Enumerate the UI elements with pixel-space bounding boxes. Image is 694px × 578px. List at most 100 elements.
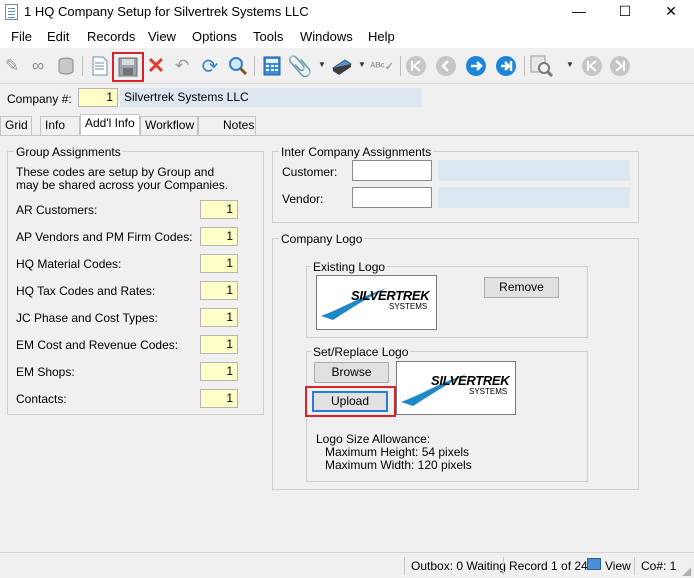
company-name-text: Silvertrek Systems LLC	[124, 90, 249, 104]
vendor-input[interactable]	[352, 187, 432, 208]
tab-grid[interactable]: Grid	[0, 116, 32, 135]
tab-workflow[interactable]: Workflow	[140, 116, 198, 135]
em-shops-input[interactable]: 1	[200, 362, 238, 381]
customer-description	[438, 160, 630, 181]
ap-vendors-label: AP Vendors and PM Firm Codes:	[16, 230, 193, 244]
tab-addl-info[interactable]: Add'l Info	[80, 114, 140, 136]
existing-logo-image: SILVERTREK SYSTEMS	[316, 275, 437, 330]
jc-phase-input[interactable]: 1	[200, 308, 238, 327]
remove-logo-button[interactable]: Remove	[484, 277, 559, 298]
undo-icon[interactable]: ↶	[170, 54, 194, 78]
company-number-label: Company #:	[7, 92, 72, 106]
menu-help[interactable]: Help	[368, 29, 395, 44]
binoculars-icon[interactable]: ∞	[26, 54, 50, 78]
menu-file[interactable]: File	[11, 29, 32, 44]
previous-record-icon[interactable]	[434, 54, 458, 78]
monitor-icon	[587, 558, 601, 570]
save-icon[interactable]	[112, 52, 144, 82]
existing-logo-title: Existing Logo	[311, 260, 388, 274]
status-separator	[503, 557, 504, 575]
delete-icon[interactable]: ✕	[144, 53, 168, 78]
close-button[interactable]: ✕	[648, 0, 694, 24]
company-name-display: Silvertrek Systems LLC	[120, 88, 422, 107]
em-cost-revenue-label: EM Cost and Revenue Codes:	[16, 338, 179, 352]
menu-records[interactable]: Records	[87, 29, 135, 44]
new-record-icon[interactable]: ✎	[0, 54, 24, 78]
status-company: Co#: 1	[641, 559, 677, 573]
upload-button[interactable]: Upload	[312, 391, 388, 412]
new-logo-text-main: SILVERTREK	[431, 373, 510, 388]
status-record: Record 1 of 24	[509, 559, 588, 573]
last-record-icon[interactable]	[494, 54, 518, 78]
page-icon[interactable]	[88, 54, 112, 78]
resize-grip-icon[interactable]	[682, 567, 691, 576]
ar-customers-input[interactable]: 1	[200, 200, 238, 219]
menu-edit[interactable]: Edit	[47, 29, 69, 44]
next-record-icon[interactable]	[464, 54, 488, 78]
toolbar: ✎ ∞ ✕ ↶ ⟳ 📎 ▼ ▼ ᴬᴮᶜ✓ ▼	[0, 48, 694, 84]
status-view[interactable]: View	[605, 559, 631, 573]
search-icon[interactable]	[226, 54, 250, 78]
group-assignments-title: Group Assignments	[14, 145, 123, 159]
next-icon[interactable]	[608, 54, 632, 78]
company-logo-title: Company Logo	[279, 232, 365, 246]
ap-vendors-input[interactable]: 1	[200, 227, 238, 246]
scanner-dropdown-icon[interactable]: ▼	[358, 60, 366, 69]
company-bar: Company #: 1 Silvertrek Systems LLC	[0, 86, 694, 112]
minimize-button[interactable]: —	[556, 0, 602, 24]
customer-input[interactable]	[352, 160, 432, 181]
spellcheck-icon[interactable]: ᴬᴮᶜ✓	[370, 54, 394, 78]
hq-tax-codes-label: HQ Tax Codes and Rates:	[16, 284, 156, 298]
status-separator	[404, 557, 405, 575]
new-logo-text: SILVERTREK	[431, 373, 510, 388]
hq-material-codes-label: HQ Material Codes:	[16, 257, 122, 271]
maximize-button[interactable]: ☐	[602, 0, 648, 24]
ar-customers-label: AR Customers:	[16, 203, 98, 217]
tab-notes[interactable]: Notes	[198, 116, 256, 135]
menu-bar: File Edit Records View Options Tools Win…	[0, 24, 694, 48]
existing-logo-text-main: SILVERTREK	[351, 288, 430, 303]
vendor-description	[438, 187, 630, 208]
menu-options[interactable]: Options	[192, 29, 237, 44]
hq-tax-codes-input[interactable]: 1	[200, 281, 238, 300]
inter-company-title: Inter Company Assignments	[279, 145, 434, 159]
attachment-icon[interactable]: 📎	[288, 54, 313, 78]
set-replace-logo-title: Set/Replace Logo	[311, 345, 411, 359]
filter-icon[interactable]	[530, 54, 554, 78]
contacts-label: Contacts:	[16, 392, 67, 406]
status-bar: Outbox: 0 Waiting Record 1 of 24 View Co…	[0, 552, 694, 578]
status-outbox: Outbox: 0 Waiting	[411, 559, 506, 573]
em-shops-label: EM Shops:	[16, 365, 75, 379]
toolbar-separator	[254, 56, 255, 76]
group-assignments-description: These codes are setup by Group and may b…	[16, 165, 229, 192]
database-icon[interactable]	[54, 54, 78, 78]
jc-phase-label: JC Phase and Cost Types:	[16, 311, 158, 325]
toolbar-separator	[524, 56, 525, 76]
filter-dropdown-icon[interactable]: ▼	[566, 60, 574, 69]
attachment-dropdown-icon[interactable]: ▼	[318, 60, 326, 69]
window-title: 1 HQ Company Setup for Silvertrek System…	[24, 4, 309, 19]
vendor-label: Vendor:	[282, 192, 324, 206]
menu-view[interactable]: View	[148, 29, 176, 44]
new-logo-image: SILVERTREK SYSTEMS	[396, 361, 516, 415]
prev-icon[interactable]	[580, 54, 604, 78]
em-cost-revenue-input[interactable]: 1	[200, 335, 238, 354]
new-logo-subtext: SYSTEMS	[469, 387, 508, 396]
company-number-input[interactable]: 1	[78, 88, 118, 107]
calculator-icon[interactable]	[260, 54, 284, 78]
menu-tools[interactable]: Tools	[253, 29, 283, 44]
menu-windows[interactable]: Windows	[300, 29, 353, 44]
toolbar-separator	[82, 56, 83, 76]
contacts-input[interactable]: 1	[200, 389, 238, 408]
tab-info[interactable]: Info	[40, 116, 80, 135]
app-icon	[5, 4, 18, 20]
scanner-icon[interactable]	[330, 54, 354, 78]
existing-logo-subtext: SYSTEMS	[389, 302, 428, 311]
logo-max-width: Maximum Width: 120 pixels	[325, 458, 472, 472]
refresh-icon[interactable]: ⟳	[198, 54, 222, 78]
browse-button[interactable]: Browse	[314, 362, 389, 383]
hq-material-codes-input[interactable]: 1	[200, 254, 238, 273]
first-record-icon[interactable]	[404, 54, 428, 78]
logo-max-height: Maximum Height: 54 pixels	[325, 445, 470, 459]
title-bar: 1 HQ Company Setup for Silvertrek System…	[0, 0, 694, 24]
